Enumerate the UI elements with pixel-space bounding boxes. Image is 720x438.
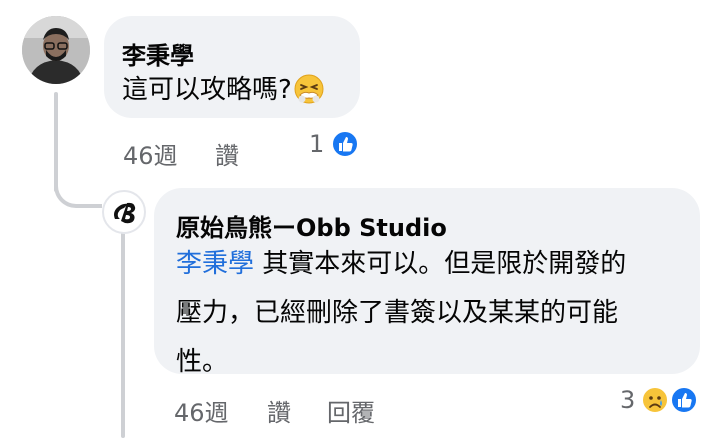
comment-text-body: 這可以攻略嗎? <box>122 75 292 105</box>
reaction-count[interactable]: 3 <box>620 386 635 414</box>
reply-timestamp[interactable]: 46週 <box>174 393 229 428</box>
comment-thread: 李秉學 這可以攻略嗎? 46週 讚 1 原始鳥熊ーObb Studio 李秉學 … <box>0 0 720 438</box>
thread-connector <box>54 162 102 208</box>
user-photo-icon <box>22 16 90 84</box>
reply-text-line: 性。 <box>176 347 229 377</box>
mention-link[interactable]: 李秉學 <box>176 249 254 279</box>
reply-text: 李秉學 其實本來可以。但是限於開發的 壓力，已經刪除了書簽以及某某的可能 性。 <box>176 240 686 387</box>
comment-timestamp[interactable]: 46週 <box>123 136 178 171</box>
reply-button[interactable]: 回覆 <box>327 393 375 428</box>
reply-text-line: 壓力，已經刪除了書簽以及某某的可能 <box>176 298 619 328</box>
like-button[interactable]: 讚 <box>215 136 239 171</box>
obb-studio-logo-icon <box>106 194 142 230</box>
reply-bubble: 原始鳥熊ーObb Studio 李秉學 其實本來可以。但是限於開發的 壓力，已經… <box>154 188 700 377</box>
reply-text-part: 其實本來可以。但是限於開發的 <box>254 249 627 279</box>
reaction-count[interactable]: 1 <box>309 130 324 158</box>
comment-text: 這可以攻略嗎? <box>122 66 324 115</box>
sad-icon[interactable] <box>641 386 669 414</box>
reply-author[interactable]: 原始鳥熊ーObb Studio <box>176 208 447 243</box>
like-icon[interactable] <box>331 130 359 158</box>
page-avatar[interactable] <box>102 190 146 234</box>
like-button[interactable]: 讚 <box>267 393 291 428</box>
reply-text-line: 李秉學 其實本來可以。但是限於開發的 <box>176 240 686 289</box>
comment-bubble: 李秉學 這可以攻略嗎? <box>104 16 360 118</box>
tired-face-emoji-icon <box>294 74 324 104</box>
avatar[interactable] <box>22 16 90 84</box>
like-icon[interactable] <box>670 386 698 414</box>
thread-line-reply <box>121 232 125 438</box>
